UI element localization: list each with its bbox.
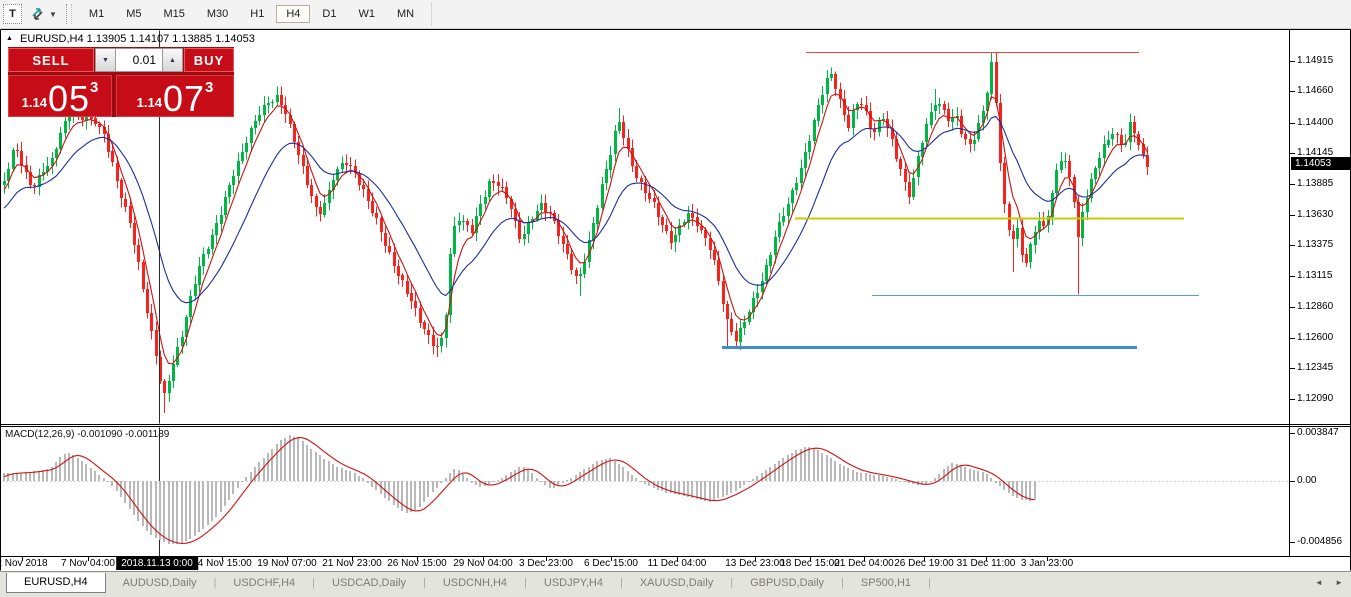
time-axis-label: 21 Dec 04:00: [834, 558, 894, 569]
macd-axis-label: 0.003847: [1297, 427, 1339, 438]
symbol-header: ▲ EURUSD,H4 1.13905 1.14107 1.13885 1.14…: [6, 33, 255, 45]
sell-button[interactable]: SELL: [8, 48, 94, 72]
price-axis-label: 1.14400: [1297, 117, 1333, 128]
time-axis-label: 3 Dec 23:00: [519, 558, 573, 569]
symbol-name: EURUSD,H4: [20, 33, 84, 45]
time-axis-label: 19 Nov 07:00: [257, 558, 317, 569]
price-axis-label: 1.12090: [1297, 393, 1333, 404]
time-axis-label: 21 Nov 23:00: [322, 558, 382, 569]
time-axis-label: 6 Dec 15:00: [584, 558, 638, 569]
price-axis-label: 1.14660: [1297, 85, 1333, 96]
price-axis-label: 1.12600: [1297, 332, 1333, 343]
volume-input[interactable]: 0.01: [116, 48, 162, 72]
price-axis-label: 1.12345: [1297, 362, 1333, 373]
sell-price-main: 05: [48, 84, 90, 113]
current-price-badge: 1.14053: [1291, 157, 1351, 170]
time-axis-label: 29 Nov 04:00: [453, 558, 513, 569]
price-axis-label: 1.13375: [1297, 239, 1333, 250]
mt4-window: T ▼ M1M5M15M30H1H4D1W1MN ▲ EURUSD,H4 1.1…: [0, 0, 1351, 597]
macd-axis-label: 0.00: [1297, 475, 1316, 486]
price-axis-label: 1.14915: [1297, 55, 1333, 66]
volume-increase-button[interactable]: ▲: [162, 48, 183, 72]
time-axis-label: 7 Nov 04:00: [61, 558, 115, 569]
price-axis-label: 1.13885: [1297, 178, 1333, 189]
macd-axis-label: -0.004856: [1297, 536, 1342, 547]
price-axis-label: 1.13115: [1297, 270, 1332, 281]
time-axis-label: 14 Nov 15:00: [192, 558, 252, 569]
time-axis-label: 2 Nov 2018: [0, 558, 48, 569]
sell-price-prefix: 1.14: [22, 95, 47, 110]
sell-price-display[interactable]: 1.14 05 3: [8, 75, 112, 117]
volume-decrease-button[interactable]: ▼: [95, 48, 116, 72]
symbol-ohlc: 1.13905 1.14107 1.13885 1.14053: [87, 33, 255, 45]
time-axis-label: 3 Jan 23:00: [1021, 558, 1073, 569]
price-axis-label: 1.13630: [1297, 209, 1333, 220]
buy-price-display[interactable]: 1.14 07 3: [116, 75, 234, 117]
sell-price-pip: 3: [90, 79, 98, 96]
buy-price-prefix: 1.14: [137, 95, 162, 110]
price-axis-label: 1.12860: [1297, 301, 1333, 312]
time-axis-label: 13 Dec 23:00: [725, 558, 785, 569]
time-axis-label: 11 Dec 04:00: [648, 558, 707, 569]
buy-button[interactable]: BUY: [184, 48, 234, 72]
time-axis-label: 26 Dec 19:00: [894, 558, 954, 569]
buy-price-pip: 3: [205, 79, 213, 96]
buy-price-main: 07: [163, 84, 205, 113]
one-click-trading-panel: SELL ▼ 0.01 ▲ BUY 1.14 05 3 1.14 07 3: [8, 47, 234, 117]
macd-indicator-label: MACD(12,26,9) -0.001090 -0.001189: [5, 429, 169, 440]
time-axis-label: 31 Dec 11:00: [957, 558, 1016, 569]
collapse-triangle-icon[interactable]: ▲: [6, 35, 13, 42]
time-axis-label: 26 Nov 15:00: [387, 558, 447, 569]
time-axis-label: 18 Dec 15:00: [780, 558, 840, 569]
crosshair-time-label: 2018.11.13 0:00: [116, 557, 198, 570]
